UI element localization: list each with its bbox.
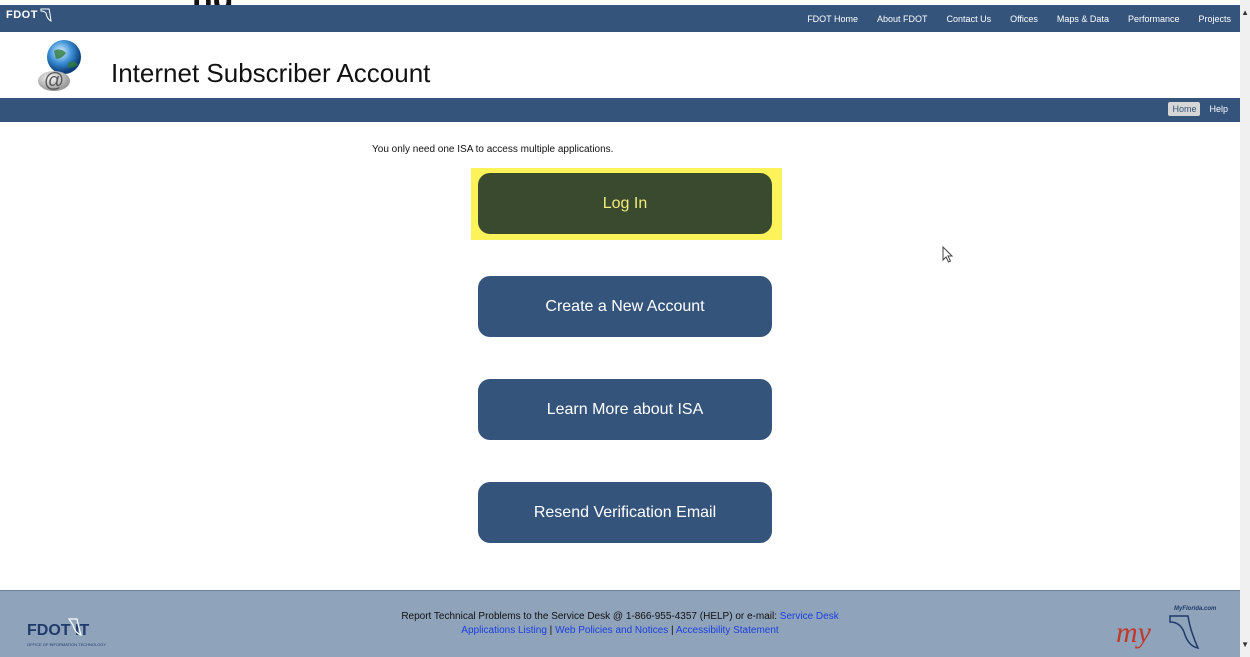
fdot-logo-text: FDOT bbox=[6, 9, 38, 21]
nav-maps-data[interactable]: Maps & Data bbox=[1057, 14, 1109, 24]
top-nav-links: FDOT Home About FDOT Contact Us Offices … bbox=[793, 5, 1236, 32]
report-text: Report Technical Problems to the Service… bbox=[401, 611, 780, 622]
learn-more-button[interactable]: Learn More about ISA bbox=[478, 379, 772, 440]
resend-verification-button[interactable]: Resend Verification Email bbox=[478, 482, 772, 543]
myflorida-my-text: my bbox=[1116, 616, 1152, 649]
myflorida-site-text: MyFlorida.com bbox=[1174, 606, 1217, 612]
intro-text: You only need one ISA to access multiple… bbox=[372, 144, 614, 155]
footer-line-2: Applications Listing | Web Policies and … bbox=[0, 624, 1240, 638]
top-navigation-bar: FDOT FDOT Home About FDOT Contact Us Off… bbox=[0, 5, 1240, 32]
fdot-it-logo-subtext: OFFICE OF INFORMATION TECHNOLOGY bbox=[27, 642, 107, 647]
page-title: Internet Subscriber Account bbox=[111, 58, 431, 88]
footer-line-1: Report Technical Problems to the Service… bbox=[0, 610, 1240, 624]
page-header: @ Internet Subscriber Account bbox=[0, 32, 1240, 98]
nav-performance[interactable]: Performance bbox=[1128, 14, 1180, 24]
page-footer: FDOT IT OFFICE OF INFORMATION TECHNOLOGY… bbox=[0, 590, 1240, 657]
florida-outline-icon bbox=[40, 8, 52, 22]
nav-contact-us[interactable]: Contact Us bbox=[947, 14, 992, 24]
accessibility-statement-link[interactable]: Accessibility Statement bbox=[676, 625, 779, 636]
scroll-up-icon[interactable]: ▲ bbox=[1241, 8, 1249, 17]
home-button[interactable]: Home bbox=[1168, 102, 1201, 116]
create-account-button[interactable]: Create a New Account bbox=[478, 276, 772, 337]
nav-fdot-home[interactable]: FDOT Home bbox=[807, 14, 858, 24]
nav-projects[interactable]: Projects bbox=[1198, 14, 1231, 24]
separator: | bbox=[668, 625, 676, 636]
vertical-scrollbar[interactable]: ▲ ▼ bbox=[1240, 0, 1250, 657]
help-link[interactable]: Help bbox=[1209, 104, 1228, 114]
footer-text: Report Technical Problems to the Service… bbox=[0, 610, 1240, 638]
service-desk-link[interactable]: Service Desk bbox=[780, 611, 839, 622]
separator: | bbox=[546, 625, 556, 636]
nav-offices[interactable]: Offices bbox=[1010, 14, 1038, 24]
mouse-cursor-icon bbox=[942, 246, 954, 263]
sub-navigation-bar: Home Help bbox=[0, 98, 1240, 122]
myflorida-logo[interactable]: MyFlorida.com my bbox=[1108, 596, 1228, 656]
nav-about-fdot[interactable]: About FDOT bbox=[877, 14, 928, 24]
globe-at-icon: @ bbox=[38, 40, 81, 92]
applications-listing-link[interactable]: Applications Listing bbox=[461, 625, 547, 636]
login-button[interactable]: Log In bbox=[478, 173, 772, 234]
scroll-down-icon[interactable]: ▼ bbox=[1241, 640, 1249, 649]
svg-text:@: @ bbox=[44, 70, 64, 92]
web-policies-link[interactable]: Web Policies and Notices bbox=[555, 625, 668, 636]
fdot-logo[interactable]: FDOT bbox=[6, 8, 52, 22]
